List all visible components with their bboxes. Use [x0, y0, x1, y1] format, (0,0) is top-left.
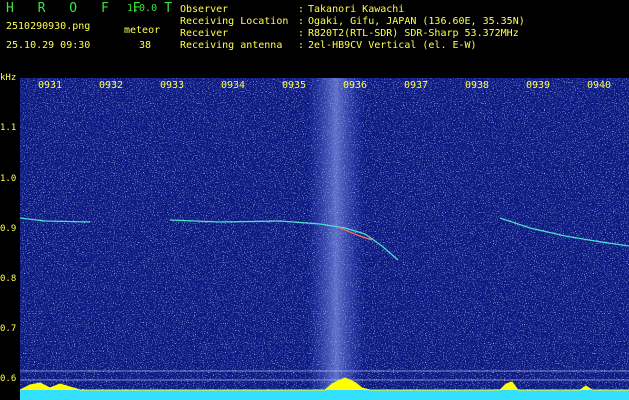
info-value: R820T2(RTL-SDR) SDR-Sharp 53.372MHz	[308, 28, 519, 39]
x-tick-label: 0936	[343, 80, 368, 91]
x-tick-label: 0934	[221, 80, 246, 91]
y-tick-label: 1.1	[0, 123, 17, 133]
x-tick-label: 0932	[99, 80, 124, 91]
x-tick-label: 0938	[465, 80, 490, 91]
activity-baseline	[20, 390, 629, 400]
info-key: Receiving Location	[180, 16, 289, 27]
capture-datetime: 25.10.29 09:30	[6, 40, 91, 51]
y-tick-label: 0.7	[0, 324, 17, 334]
file-name: 2510290930.png	[6, 21, 91, 32]
info-value: 2el-HB9CV Vertical (el. E-W)	[308, 40, 477, 51]
spectrogram-panel	[20, 78, 629, 400]
header: H R O F F T 1.0.0 2510290930.png meteor …	[0, 0, 629, 78]
info-colon: :	[298, 16, 305, 27]
y-tick-label: 0.6	[0, 374, 17, 384]
info-colon: :	[298, 4, 305, 15]
x-tick-label: 0935	[282, 80, 307, 91]
x-tick-label: 0937	[404, 80, 429, 91]
info-row-observer: Observer: Takanori Kawachi	[180, 4, 525, 16]
info-row-antenna: Receiving antenna:2el-HB9CV Vertical (el…	[180, 40, 525, 52]
station-info: Observer: Takanori Kawachi Receiving Loca…	[180, 4, 525, 52]
y-tick-label: 0.8	[0, 274, 17, 284]
info-colon: :	[298, 28, 305, 39]
info-colon: :	[298, 40, 305, 51]
broadband-interference	[308, 78, 364, 400]
meteor-count: 38	[139, 40, 152, 51]
x-tick-label: 0939	[526, 80, 551, 91]
info-key: Observer	[180, 4, 229, 15]
info-value: Ogaki, Gifu, JAPAN (136.60E, 35.35N)	[308, 16, 525, 27]
app-version: 1.0.0	[127, 3, 158, 14]
y-tick-label: 0.9	[0, 224, 17, 234]
meteor-label: meteor	[124, 25, 161, 36]
spectrogram	[20, 78, 629, 400]
info-row-receiver: Receiver: R820T2(RTL-SDR) SDR-Sharp 53.37…	[180, 28, 525, 40]
x-tick-label: 0931	[38, 80, 63, 91]
info-row-location: Receiving Location: Ogaki, Gifu, JAPAN (1…	[180, 16, 525, 28]
info-key: Receiving antenna	[180, 40, 283, 51]
info-key: Receiver	[180, 28, 229, 39]
x-tick-label: 0933	[160, 80, 185, 91]
info-value: Takanori Kawachi	[308, 4, 405, 15]
x-tick-label: 0940	[587, 80, 612, 91]
y-tick-label: 1.0	[0, 174, 17, 184]
y-axis-unit: kHz	[0, 73, 17, 83]
